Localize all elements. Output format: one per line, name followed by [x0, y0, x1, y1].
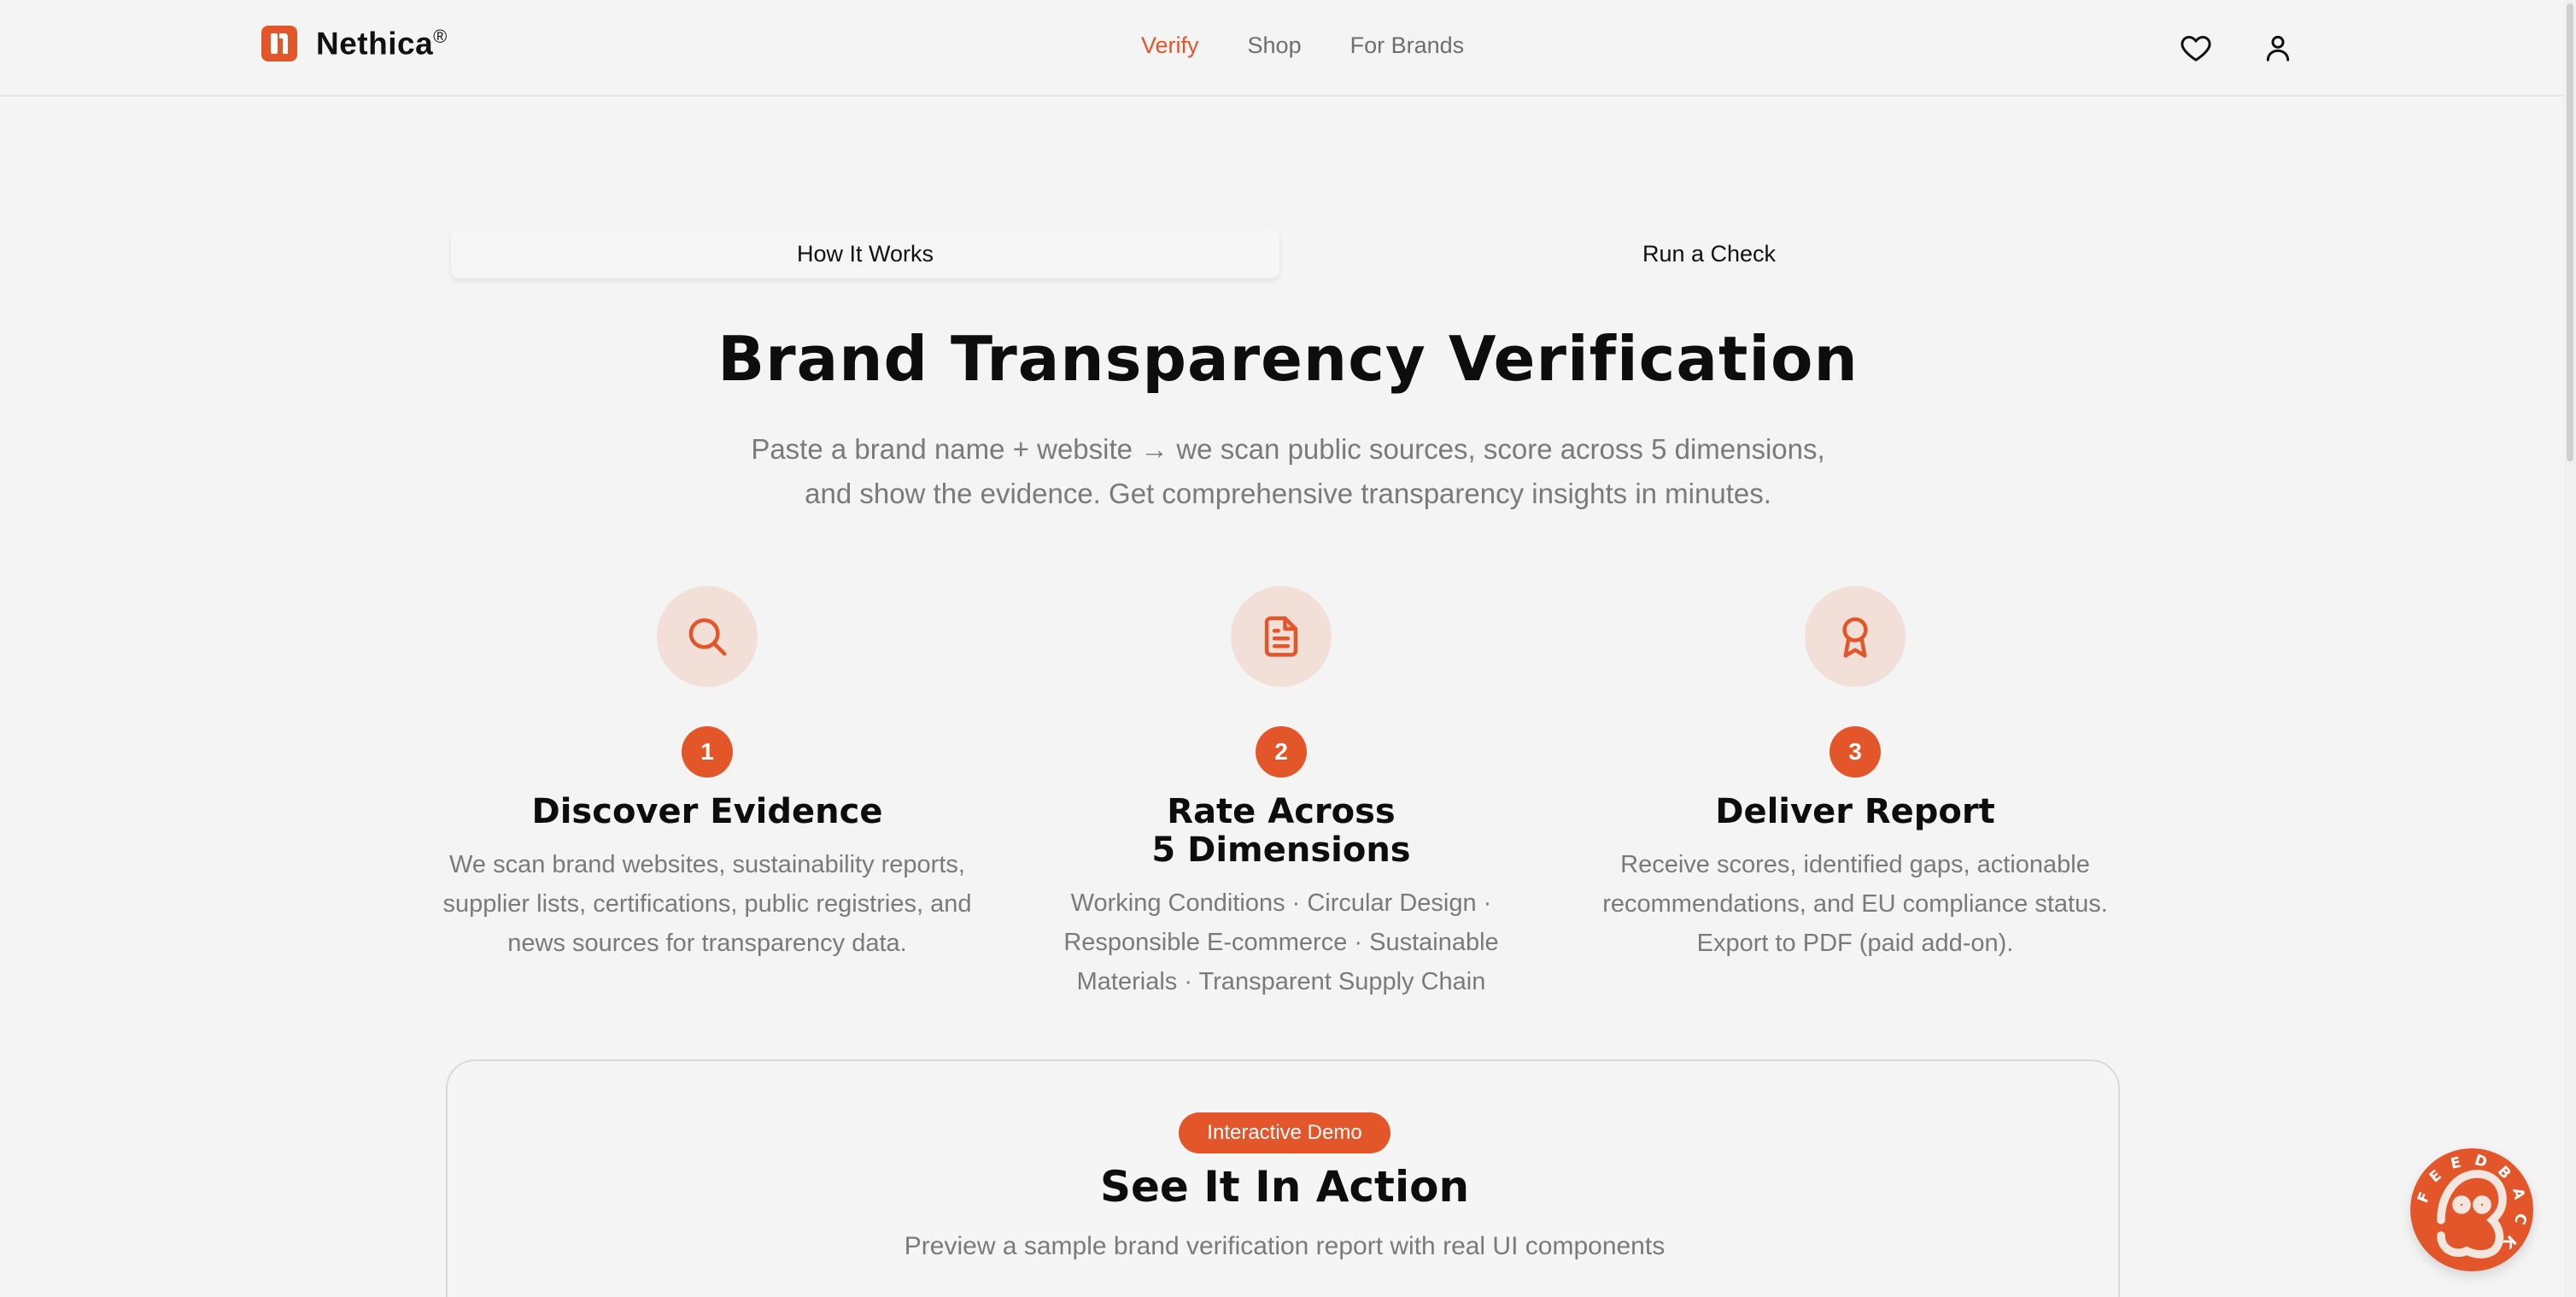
step-discover-evidence: 1 Discover Evidence We scan brand websit… [434, 586, 981, 963]
step-number: 3 [1830, 726, 1881, 778]
step-title-line-1: Deliver Report [1715, 792, 1995, 831]
scrollbar-thumb[interactable] [2567, 3, 2573, 461]
step-number: 1 [682, 726, 733, 778]
nav-links: Verify Shop For Brands [1141, 32, 1464, 59]
page-subtitle-line-2: and show the evidence. Get comprehensive… [805, 478, 1771, 509]
page-scrollbar[interactable] [2564, 0, 2576, 1297]
user-icon[interactable] [2261, 31, 2295, 65]
step-icon-badge [1231, 586, 1332, 687]
page-subtitle-line-1: Paste a brand name + website → we scan p… [751, 433, 1825, 465]
brand-logo-icon [261, 26, 297, 62]
award-icon [1842, 617, 1868, 658]
step-description: Receive scores, identified gaps, actiona… [1602, 851, 2108, 957]
brand-name: Nethica® [316, 26, 448, 62]
step-icon-badge [1805, 586, 1906, 687]
demo-section: Interactive Demo See It In Action Previe… [446, 1059, 2120, 1297]
page-title: Brand Transparency Verification [717, 323, 1859, 395]
nav-link-shop[interactable]: Shop [1248, 32, 1302, 59]
step-title: Rate Across 5 Dimensions [1008, 793, 1554, 870]
document-icon [1264, 616, 1298, 657]
step-rate-dimensions: 2 Rate Across 5 Dimensions Working Condi… [1008, 586, 1554, 1001]
search-icon [688, 618, 727, 656]
step-description: We scan brand websites, sustainability r… [442, 851, 972, 957]
demo-badge: Interactive Demo [1179, 1112, 1390, 1153]
step-title: Deliver Report [1582, 793, 2128, 831]
step-title: Discover Evidence [434, 793, 981, 831]
step-deliver-report: 3 Deliver Report Receive scores, identif… [1582, 586, 2128, 963]
top-nav: Nethica® Verify Shop For Brands [0, 0, 2576, 97]
brand[interactable]: Nethica® [261, 26, 448, 62]
step-number: 2 [1256, 726, 1307, 778]
nav-link-for-brands[interactable]: For Brands [1350, 32, 1465, 59]
page-subtitle: Paste a brand name + website → we scan p… [647, 427, 1929, 516]
feedback-button[interactable]: FEEDBACK [2410, 1148, 2533, 1271]
step-title-line-1: Rate Across [1167, 792, 1396, 831]
demo-subtitle: Preview a sample brand verification repo… [904, 1232, 1666, 1260]
step-icon-badge [657, 586, 758, 687]
heart-icon[interactable] [2179, 31, 2213, 65]
nav-icons [2179, 31, 2295, 65]
feedback-face-icon [2437, 1170, 2507, 1259]
view-tabs: How It Works Run a Check [451, 229, 2123, 279]
step-title-line-1: Discover Evidence [531, 792, 883, 831]
step-description: Working Conditions · Circular Design · R… [1063, 889, 1499, 995]
step-title-line-2: 5 Dimensions [1151, 830, 1411, 870]
tab-how-it-works[interactable]: How It Works [451, 229, 1279, 279]
tab-run-a-check[interactable]: Run a Check [1295, 229, 2123, 279]
demo-title: See It In Action [1099, 1162, 1470, 1212]
nav-link-verify[interactable]: Verify [1141, 32, 1199, 59]
